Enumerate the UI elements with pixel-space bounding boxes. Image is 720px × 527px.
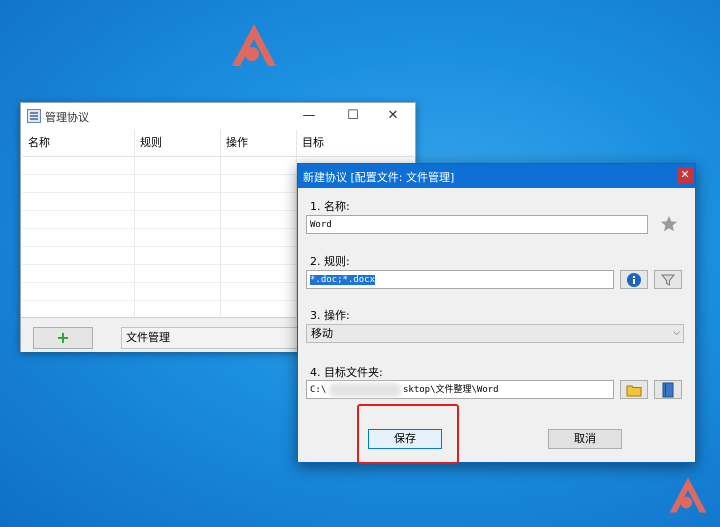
column-header-action[interactable]: 操作: [226, 134, 248, 150]
dialog-titlebar[interactable]: 新建协议 [配置文件: 文件管理] ✕: [298, 164, 695, 188]
book-icon: [662, 382, 674, 398]
brand-logo-icon: [232, 24, 276, 66]
brand-logo-icon: [669, 477, 707, 513]
target-folder-label: 4. 目标文件夹:: [310, 366, 383, 379]
close-button[interactable]: ✕: [371, 103, 415, 129]
column-header-target[interactable]: 目标: [302, 134, 324, 150]
chevron-down-icon: ⌵: [673, 328, 680, 338]
maximize-button[interactable]: ☐: [331, 103, 375, 129]
rule-field[interactable]: *.doc;*.docx: [306, 270, 614, 289]
name-field[interactable]: Word: [306, 215, 648, 234]
folder-icon: [626, 385, 642, 397]
table-header: 名称 规则 操作 目标: [22, 130, 414, 157]
rule-label: 2. 规则:: [310, 255, 350, 268]
blurred-path-segment: [329, 383, 401, 397]
target-path-suffix: sktop\文件整理\Word: [403, 385, 499, 395]
config-file-select[interactable]: 文件管理: [121, 327, 317, 349]
dialog-close-button[interactable]: ✕: [677, 167, 693, 183]
minimize-button[interactable]: —: [287, 103, 331, 129]
window-title: 管理协议: [45, 111, 89, 124]
app-icon: [27, 109, 41, 123]
open-folder-button[interactable]: [654, 380, 682, 399]
add-protocol-button[interactable]: +: [33, 327, 93, 349]
cancel-button[interactable]: 取消: [548, 429, 622, 449]
column-header-name[interactable]: 名称: [28, 134, 50, 150]
browse-folder-button[interactable]: [620, 380, 648, 399]
window-titlebar[interactable]: 管理协议 — ☐ ✕: [21, 103, 415, 129]
name-label: 1. 名称:: [310, 200, 350, 213]
column-divider: [220, 130, 221, 316]
info-icon: [627, 273, 641, 287]
column-divider: [134, 130, 135, 316]
target-path-prefix: C:\: [310, 385, 327, 395]
save-highlight-annotation: [357, 404, 459, 464]
action-dropdown[interactable]: 移动 ⌵: [306, 324, 684, 343]
favorite-star-icon[interactable]: [660, 215, 678, 233]
filter-button[interactable]: [654, 270, 682, 289]
filter-icon: [660, 274, 676, 286]
dialog-title: 新建协议 [配置文件: 文件管理]: [303, 171, 455, 184]
column-header-rule[interactable]: 规则: [140, 134, 162, 150]
action-label: 3. 操作:: [310, 309, 350, 322]
info-button[interactable]: [620, 270, 648, 289]
target-folder-field[interactable]: C:\ sktop\文件整理\Word: [306, 380, 614, 399]
action-dropdown-value: 移动: [311, 327, 333, 340]
new-protocol-dialog: 新建协议 [配置文件: 文件管理] ✕ 1. 名称: Word 2. 规则: *…: [297, 163, 696, 464]
rule-field-selected-text: *.doc;*.docx: [310, 275, 376, 285]
